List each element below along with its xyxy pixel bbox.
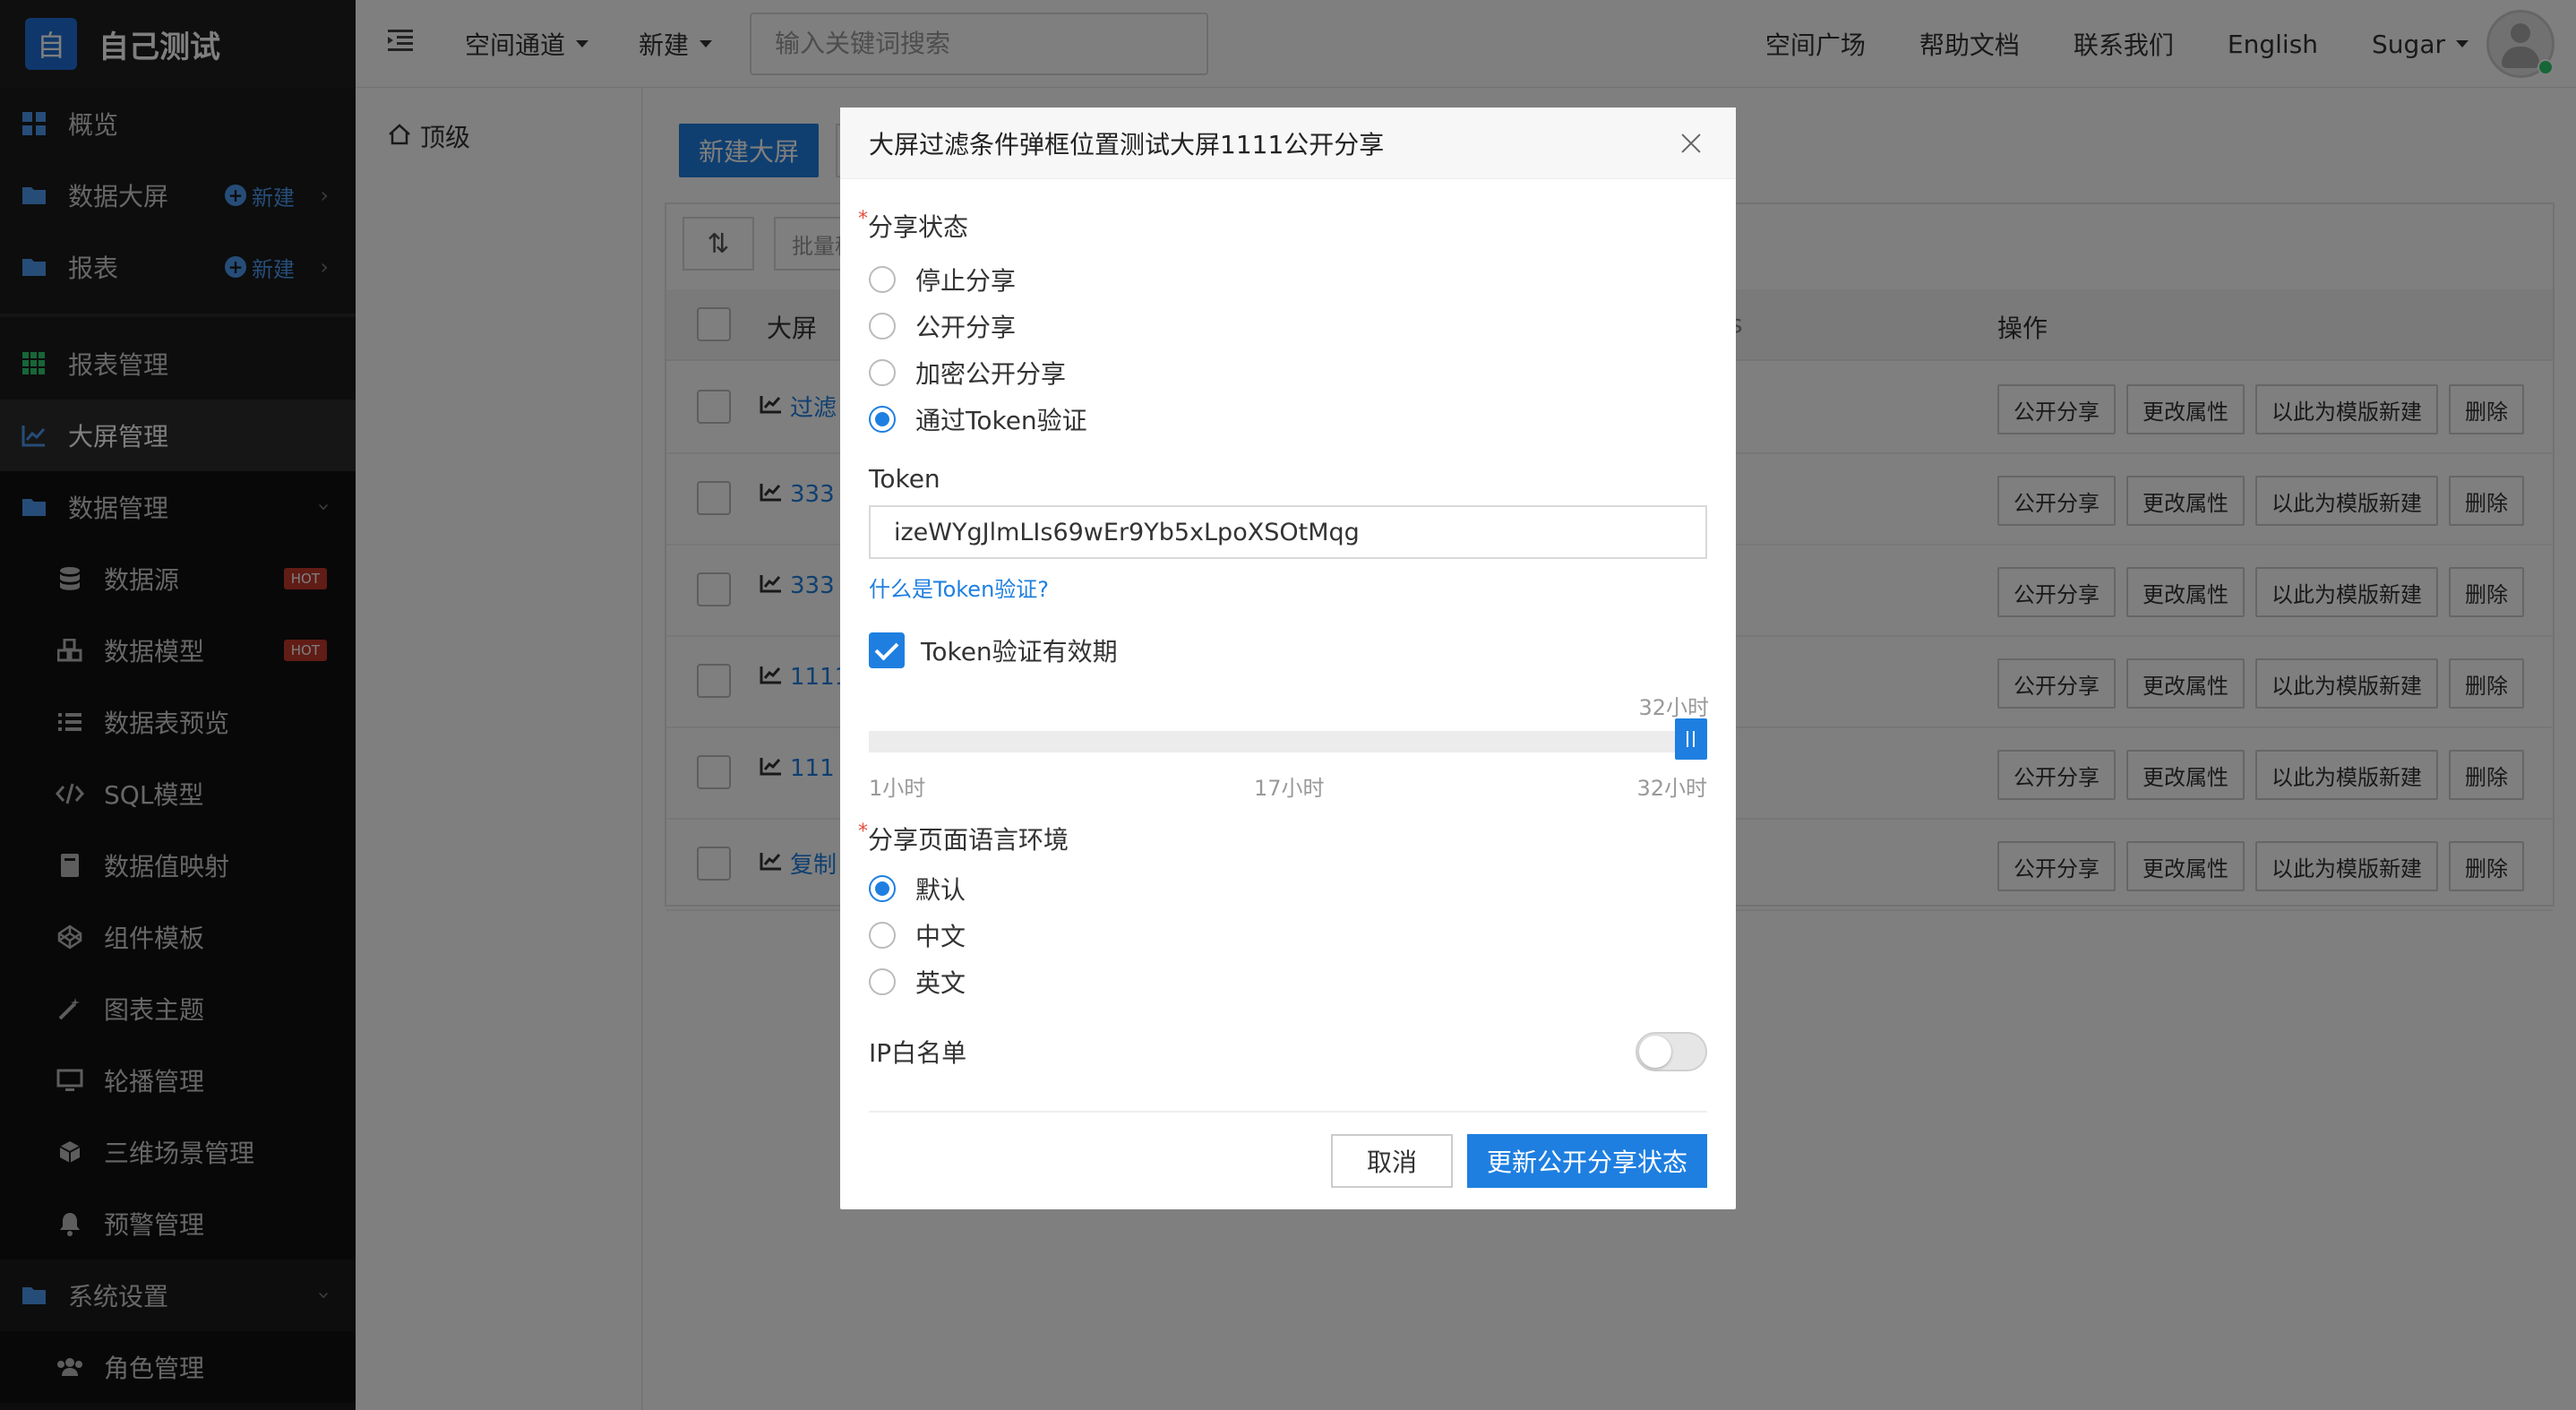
required-mark: * — [858, 208, 868, 230]
slider-handle[interactable] — [1675, 718, 1707, 760]
divider — [869, 1111, 1707, 1113]
slider-min-label: 1小时 — [869, 776, 926, 801]
checkbox-checked[interactable] — [869, 632, 905, 668]
ip-whitelist-label: IP白名单 — [869, 1038, 967, 1068]
required-mark: * — [858, 821, 868, 843]
token-field[interactable] — [869, 505, 1707, 559]
radio-public-share[interactable]: 公开分享 — [869, 308, 1016, 344]
label-text: 分享页面语言环境 — [868, 825, 1069, 855]
modal-title: 大屏过滤条件弹框位置测试大屏1111公开分享 — [869, 129, 1385, 159]
radio-lang-english[interactable]: 英文 — [869, 964, 966, 1000]
checkbox-label: Token验证有效期 — [921, 637, 1118, 666]
slider-max-label: 32小时 — [1636, 776, 1707, 801]
radio-label: 通过Token验证 — [915, 406, 1087, 435]
radio-button[interactable] — [869, 968, 896, 995]
close-icon[interactable] — [1675, 127, 1707, 159]
slider-value-tooltip: 32小时 — [1638, 695, 1709, 720]
radio-button[interactable] — [869, 922, 896, 949]
cancel-button[interactable]: 取消 — [1331, 1134, 1453, 1188]
radio-encrypted-share[interactable]: 加密公开分享 — [869, 355, 1066, 391]
radio-label: 加密公开分享 — [915, 359, 1067, 389]
language-label: *分享页面语言环境 — [858, 821, 1069, 856]
radio-button[interactable] — [869, 313, 896, 340]
radio-button[interactable] — [869, 359, 896, 386]
token-expiry-checkbox[interactable]: Token验证有效期 — [869, 632, 1118, 668]
radio-lang-default[interactable]: 默认 — [869, 871, 966, 907]
label-text: 分享状态 — [868, 212, 969, 242]
token-label: Token — [869, 464, 940, 494]
radio-button-selected[interactable] — [869, 875, 896, 902]
radio-lang-chinese[interactable]: 中文 — [869, 917, 966, 953]
ip-whitelist-toggle[interactable] — [1636, 1032, 1707, 1071]
radio-token-share[interactable]: 通过Token验证 — [869, 401, 1087, 437]
radio-label: 停止分享 — [915, 266, 1017, 296]
radio-label: 中文 — [915, 922, 966, 951]
expiry-slider[interactable] — [869, 718, 1707, 760]
modal-header: 大屏过滤条件弹框位置测试大屏1111公开分享 — [840, 107, 1736, 179]
slider-fill — [869, 731, 1691, 752]
radio-button-selected[interactable] — [869, 406, 896, 433]
slider-mid-label: 17小时 — [1254, 776, 1325, 801]
share-modal: 大屏过滤条件弹框位置测试大屏1111公开分享 *分享状态 停止分享 公开分享 加… — [840, 107, 1736, 1209]
update-share-button[interactable]: 更新公开分享状态 — [1467, 1134, 1707, 1188]
radio-button[interactable] — [869, 266, 896, 293]
radio-label: 默认 — [915, 875, 966, 905]
radio-label: 公开分享 — [915, 313, 1017, 342]
token-help-link[interactable]: 什么是Token验证? — [869, 572, 1049, 603]
radio-label: 英文 — [915, 968, 966, 998]
radio-stop-share[interactable]: 停止分享 — [869, 262, 1016, 297]
share-status-label: *分享状态 — [858, 208, 968, 244]
